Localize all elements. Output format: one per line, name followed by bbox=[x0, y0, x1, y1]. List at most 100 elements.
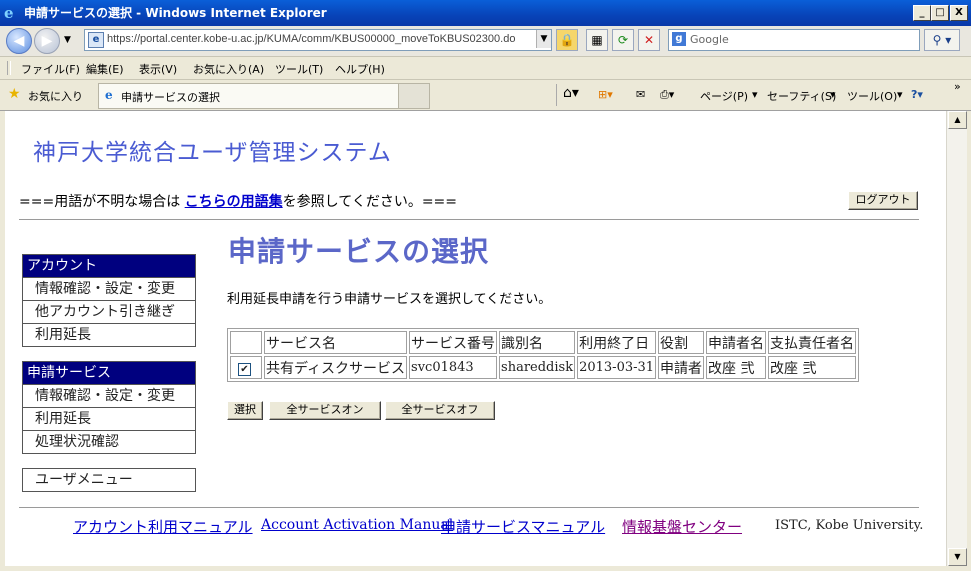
table-header-role: 役割 bbox=[658, 331, 705, 354]
ie-logo-icon: e bbox=[4, 4, 14, 22]
glossary-link[interactable]: こちらの用語集 bbox=[185, 194, 283, 210]
table-row: ✔ 共有ディスクサービス svc01843 shareddisk 2013-03… bbox=[230, 356, 857, 379]
page-icon: e bbox=[88, 32, 104, 48]
print-icon[interactable]: ⎙▾ bbox=[660, 88, 674, 102]
maximize-button[interactable]: □ bbox=[931, 5, 949, 21]
new-tab-button[interactable] bbox=[398, 83, 430, 109]
safety-menu[interactable]: セーフティ(S) bbox=[767, 88, 836, 104]
page-menu-arrow-icon: ▾ bbox=[752, 88, 758, 101]
table-header-end-date: 利用終了日 bbox=[577, 331, 657, 354]
sidebar-service-header: 申請サービス bbox=[22, 361, 196, 385]
tab-title: 申請サービスの選択 bbox=[121, 91, 220, 104]
table-cell-service-name: 共有ディスクサービス bbox=[264, 356, 408, 379]
page-title: 申請サービスの選択 bbox=[228, 235, 490, 268]
header-divider bbox=[19, 219, 919, 220]
mail-icon[interactable]: ✉ bbox=[636, 88, 645, 101]
table-header-row: サービス名 サービス番号 識別名 利用終了日 役割 申請者名 支払責任者名 bbox=[230, 331, 857, 354]
menu-favorites[interactable]: お気に入り(A) bbox=[193, 61, 264, 77]
favorites-button[interactable]: お気に入り bbox=[28, 88, 83, 104]
notice-prefix: ===用語が不明な場合は bbox=[19, 194, 185, 210]
search-placeholder: Google bbox=[690, 33, 729, 46]
search-input[interactable]: g Google bbox=[668, 29, 920, 51]
tab-bar: ★ お気に入り e 申請サービスの選択 ⌂▾ ⊞▾ ✉ ⎙▾ ページ(P) ▾ … bbox=[0, 80, 971, 111]
home-icon[interactable]: ⌂▾ bbox=[563, 85, 579, 101]
footer-divider bbox=[19, 507, 919, 508]
footer-copyright: ISTC, Kobe University. bbox=[775, 518, 924, 533]
all-services-on-button[interactable]: 全サービスオン bbox=[269, 401, 381, 420]
glossary-notice: ===用語が不明な場合は こちらの用語集を参照してください。=== bbox=[19, 191, 457, 211]
help-icon[interactable]: ?▾ bbox=[911, 88, 923, 101]
scroll-up-icon[interactable]: ▲ bbox=[948, 111, 967, 129]
logout-button[interactable]: ログアウト bbox=[848, 191, 918, 210]
footer-activation-manual-link[interactable]: Account Activation Manual bbox=[261, 517, 453, 533]
menu-edit[interactable]: 編集(E) bbox=[86, 61, 124, 77]
menu-bar: ファイル(F) 編集(E) 表示(V) お気に入り(A) ツール(T) ヘルプ(… bbox=[0, 57, 971, 80]
sidebar-item-service-status[interactable]: 処理状況確認 bbox=[22, 431, 196, 454]
close-window-button[interactable]: X bbox=[950, 5, 968, 21]
tools-menu[interactable]: ツール(O) bbox=[847, 88, 897, 104]
sidebar-item-service-info[interactable]: 情報確認・設定・変更 bbox=[22, 385, 196, 408]
window-title-bar: e 申請サービスの選択 - Windows Internet Explorer … bbox=[0, 0, 971, 26]
chevron-right-icon[interactable]: » bbox=[954, 80, 961, 93]
table-header-applicant: 申請者名 bbox=[706, 331, 767, 354]
page-content: 神戸大学統合ユーザ管理システム ===用語が不明な場合は こちらの用語集を参照し… bbox=[5, 111, 946, 566]
table-cell-end-date: 2013-03-31 bbox=[577, 356, 657, 379]
sidebar-item-account-extend[interactable]: 利用延長 bbox=[22, 324, 196, 347]
footer-center-link[interactable]: 情報基盤センター bbox=[622, 516, 742, 537]
tools-menu-arrow-icon: ▾ bbox=[897, 88, 903, 101]
system-title: 神戸大学統合ユーザ管理システム bbox=[33, 140, 392, 166]
minimize-button[interactable]: _ bbox=[913, 5, 931, 21]
all-services-off-button[interactable]: 全サービスオフ bbox=[385, 401, 495, 420]
menu-grip bbox=[7, 61, 11, 75]
lock-icon[interactable]: 🔒 bbox=[556, 29, 578, 51]
table-header-service-name: サービス名 bbox=[264, 331, 408, 354]
table-header-identifier: 識別名 bbox=[499, 331, 576, 354]
command-separator bbox=[556, 84, 557, 106]
table-cell-role: 申請者 bbox=[658, 356, 705, 379]
address-bar: ◀ ▶ ▼ e https://portal.center.kobe-u.ac.… bbox=[0, 26, 971, 57]
footer-account-manual-link[interactable]: アカウント利用マニュアル bbox=[73, 516, 253, 537]
menu-view[interactable]: 表示(V) bbox=[139, 61, 177, 77]
url-field[interactable]: e https://portal.center.kobe-u.ac.jp/KUM… bbox=[84, 29, 552, 51]
safety-menu-arrow-icon: ▾ bbox=[830, 88, 836, 101]
sidebar-item-account-info[interactable]: 情報確認・設定・変更 bbox=[22, 278, 196, 301]
refresh-icon[interactable]: ⟳ bbox=[612, 29, 634, 51]
vertical-scrollbar[interactable]: ▲ ▼ bbox=[946, 111, 967, 566]
sidebar-item-service-extend[interactable]: 利用延長 bbox=[22, 408, 196, 431]
menu-file[interactable]: ファイル(F) bbox=[21, 61, 80, 77]
table-cell-select: ✔ bbox=[230, 356, 262, 379]
feeds-icon[interactable]: ⊞▾ bbox=[598, 88, 613, 101]
notice-suffix: を参照してください。=== bbox=[282, 194, 458, 210]
url-text: https://portal.center.kobe-u.ac.jp/KUMA/… bbox=[107, 33, 516, 45]
sidebar-item-account-transfer[interactable]: 他アカウント引き継ぎ bbox=[22, 301, 196, 324]
table-cell-payer: 改座 弐 bbox=[768, 356, 857, 379]
search-icon[interactable]: ⚲ ▾ bbox=[924, 29, 960, 51]
table-cell-applicant: 改座 弐 bbox=[706, 356, 767, 379]
sidebar-account-header: アカウント bbox=[22, 254, 196, 278]
instruction-text: 利用延長申請を行う申請サービスを選択してください。 bbox=[227, 292, 552, 307]
window-title: 申請サービスの選択 - Windows Internet Explorer bbox=[24, 6, 327, 20]
compatibility-view-icon[interactable]: ▦ bbox=[586, 29, 608, 51]
back-icon[interactable]: ◀ bbox=[6, 28, 32, 54]
google-icon: g bbox=[672, 32, 686, 46]
service-checkbox[interactable]: ✔ bbox=[238, 362, 251, 376]
tab-ie-icon: e bbox=[105, 88, 113, 102]
footer-service-manual-link[interactable]: 申請サービスマニュアル bbox=[441, 516, 605, 537]
history-dropdown-icon[interactable]: ▼ bbox=[64, 35, 71, 45]
sidebar-item-user-menu[interactable]: ユーザメニュー bbox=[22, 468, 196, 492]
table-cell-service-number: svc01843 bbox=[409, 356, 498, 379]
menu-help[interactable]: ヘルプ(H) bbox=[335, 61, 385, 77]
service-table: サービス名 サービス番号 識別名 利用終了日 役割 申請者名 支払責任者名 ✔ … bbox=[227, 328, 860, 382]
forward-icon[interactable]: ▶ bbox=[34, 28, 60, 54]
favorites-star-icon[interactable]: ★ bbox=[8, 86, 21, 102]
table-header-payer: 支払責任者名 bbox=[768, 331, 857, 354]
menu-tools[interactable]: ツール(T) bbox=[275, 61, 323, 77]
select-button[interactable]: 選択 bbox=[227, 401, 263, 420]
table-header-service-number: サービス番号 bbox=[409, 331, 498, 354]
tab-current[interactable]: e 申請サービスの選択 bbox=[98, 83, 400, 109]
stop-icon[interactable]: ✕ bbox=[638, 29, 660, 51]
table-cell-identifier: shareddisk bbox=[499, 356, 576, 379]
url-dropdown-icon[interactable]: ▼ bbox=[536, 30, 551, 48]
page-menu[interactable]: ページ(P) bbox=[700, 88, 748, 104]
scroll-down-icon[interactable]: ▼ bbox=[948, 548, 967, 566]
